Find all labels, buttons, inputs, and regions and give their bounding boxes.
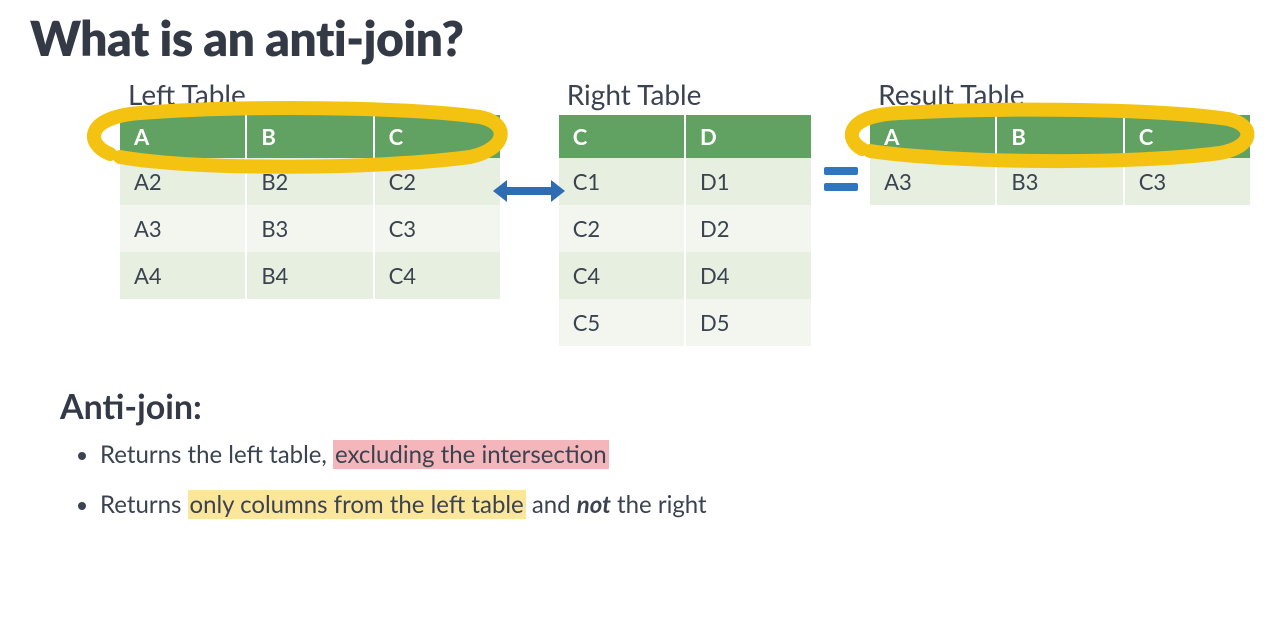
- left-col-B: B: [246, 115, 373, 158]
- equals-bar-icon: [824, 167, 858, 175]
- notes-list: Returns the left table, excluding the in…: [100, 439, 1250, 522]
- cell: D2: [685, 205, 811, 252]
- table-row: C4 D4: [559, 252, 812, 299]
- right-table: C D C1 D1 C2 D2 C4 D4: [559, 115, 812, 346]
- table-row: C5 D5: [559, 299, 812, 346]
- notes-section: Anti-join: Returns the left table, exclu…: [60, 386, 1250, 522]
- table-row: A3 B3 C3: [120, 205, 500, 252]
- right-col-D: D: [685, 115, 811, 158]
- left-table: A B C A2 B2 C2 A3 B3 C3: [120, 115, 500, 299]
- cell: A3: [870, 158, 996, 205]
- table-row: C1 D1: [559, 158, 812, 205]
- result-table-block: Result Table A B C A3 B3 C3: [870, 77, 1250, 205]
- right-table-block: Right Table C D C1 D1 C2 D2 C4: [559, 77, 812, 346]
- left-col-A: A: [120, 115, 246, 158]
- page-title: What is an anti-join?: [30, 10, 1250, 67]
- equals-sign: [811, 77, 870, 191]
- left-table-block: Left Table A B C A2 B2 C2 A3 B3: [120, 77, 500, 299]
- cell: A4: [120, 252, 246, 299]
- equals-bar-icon: [824, 183, 858, 191]
- cell: B3: [996, 158, 1123, 205]
- cell: A3: [120, 205, 246, 252]
- note-bullet-1: Returns the left table, excluding the in…: [100, 439, 1250, 471]
- table-row: A4 B4 C4: [120, 252, 500, 299]
- cell: A2: [120, 158, 246, 205]
- cell: C3: [1124, 158, 1250, 205]
- cell: D4: [685, 252, 811, 299]
- cell: B2: [246, 158, 373, 205]
- table-row: A2 B2 C2: [120, 158, 500, 205]
- right-table-caption: Right Table: [567, 77, 812, 111]
- cell: C5: [559, 299, 685, 346]
- cell: C4: [559, 252, 685, 299]
- result-col-B: B: [996, 115, 1123, 158]
- result-col-A: A: [870, 115, 996, 158]
- table-row: A3 B3 C3: [870, 158, 1250, 205]
- cell: B3: [246, 205, 373, 252]
- table-row: C2 D2: [559, 205, 812, 252]
- text: and: [526, 490, 577, 519]
- highlight-yellow: only columns from the left table: [188, 490, 526, 519]
- result-table: A B C A3 B3 C3: [870, 115, 1250, 205]
- slide: What is an anti-join? Left Table A B C A…: [0, 0, 1280, 643]
- cell: C3: [374, 205, 500, 252]
- text: the right: [611, 490, 707, 519]
- text: Returns the left table,: [100, 440, 333, 469]
- join-arrow: [500, 77, 559, 195]
- notes-heading: Anti-join:: [60, 386, 1250, 427]
- cell: C2: [559, 205, 685, 252]
- cell: C2: [374, 158, 500, 205]
- left-col-C: C: [374, 115, 500, 158]
- left-table-caption: Left Table: [128, 77, 500, 111]
- cell: D1: [685, 158, 811, 205]
- result-table-caption: Result Table: [878, 77, 1250, 111]
- cell: C1: [559, 158, 685, 205]
- emphasis: not: [577, 490, 611, 519]
- tables-row: Left Table A B C A2 B2 C2 A3 B3: [120, 77, 1250, 346]
- cell: D5: [685, 299, 811, 346]
- cell: B4: [246, 252, 373, 299]
- double-arrow-icon: [505, 187, 553, 195]
- result-col-C: C: [1124, 115, 1250, 158]
- right-col-C: C: [559, 115, 685, 158]
- cell: C4: [374, 252, 500, 299]
- text: Returns: [100, 490, 188, 519]
- highlight-pink: excluding the intersection: [333, 440, 609, 469]
- note-bullet-2: Returns only columns from the left table…: [100, 489, 1250, 521]
